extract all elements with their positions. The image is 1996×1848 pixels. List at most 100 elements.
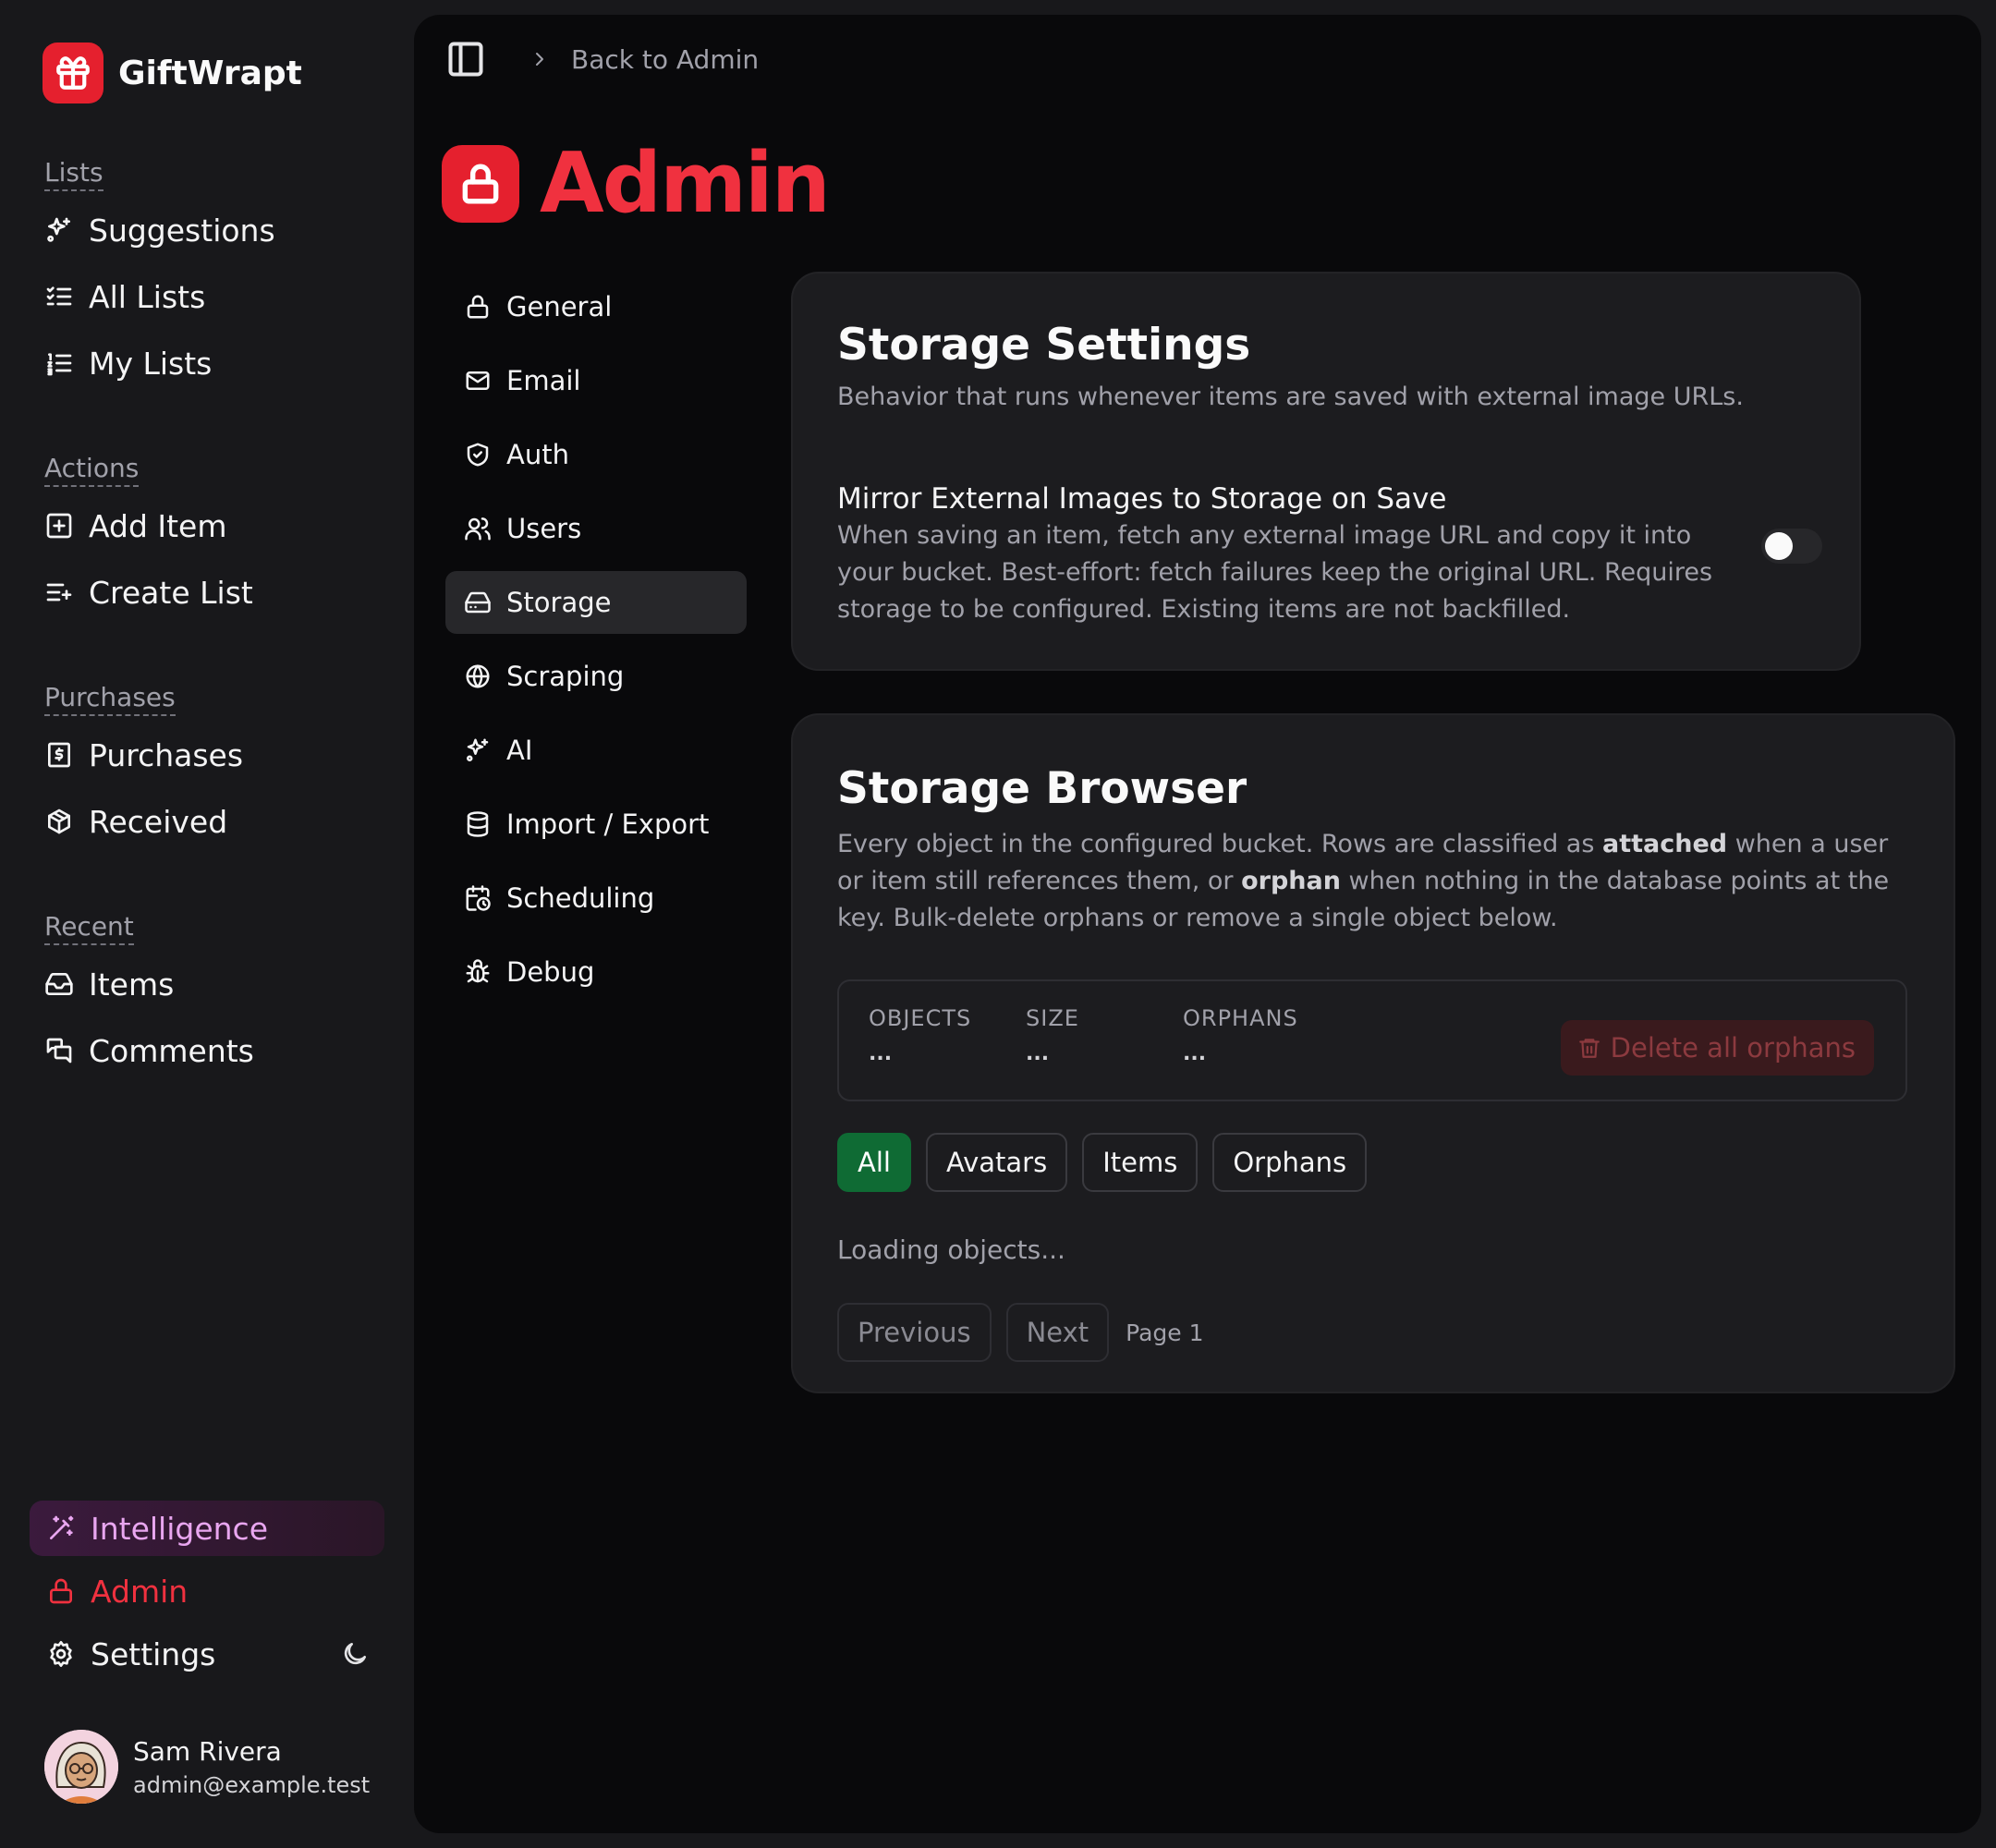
filter-all[interactable]: All [837, 1133, 911, 1192]
stat-value: ... [1026, 1042, 1050, 1065]
attached-term: attached [1602, 830, 1728, 858]
sidebar-item-purchases[interactable]: Purchases [28, 727, 384, 783]
admin-nav-auth[interactable]: Auth [445, 423, 747, 486]
sidebar-bottom: Intelligence Admin Settings [30, 1493, 384, 1682]
moon-icon[interactable] [340, 1639, 370, 1669]
brand-name: GiftWrapt [118, 54, 302, 92]
brand[interactable]: GiftWrapt [43, 43, 302, 103]
admin-nav-debug[interactable]: Debug [445, 941, 747, 1003]
admin-nav-label: Scheduling [506, 882, 655, 914]
bug-icon [464, 958, 506, 986]
stat-value: ... [869, 1042, 893, 1065]
breadcrumb[interactable]: Back to Admin [571, 44, 759, 75]
sidebar-item-suggestions[interactable]: Suggestions [28, 202, 384, 258]
sidebar-item-label: Received [89, 803, 228, 840]
lock-icon [464, 293, 506, 321]
previous-page-button[interactable]: Previous [837, 1303, 992, 1362]
admin-nav-label: AI [506, 735, 533, 766]
avatar [44, 1730, 118, 1804]
lock-icon [46, 1576, 91, 1606]
receipt-icon [44, 740, 89, 770]
nav-group-purchases: Purchases Purchases Received [28, 682, 384, 849]
trash-icon [1577, 1036, 1611, 1060]
shield-check-icon [464, 441, 506, 468]
sidebar-item-label: Add Item [89, 507, 227, 544]
card-description: Behavior that runs whenever items are sa… [837, 383, 1744, 411]
admin-nav-users[interactable]: Users [445, 497, 747, 560]
chevron-right-icon [529, 48, 551, 70]
pagination: Previous Next Page 1 [837, 1303, 1204, 1362]
sidebar-item-admin[interactable]: Admin [30, 1563, 384, 1619]
admin-nav-general[interactable]: General [445, 275, 747, 338]
orphan-term: orphan [1241, 867, 1341, 895]
sidebar-item-create-list[interactable]: Create List [28, 565, 384, 620]
stat-size: SIZE ... [1026, 1005, 1079, 1065]
admin-nav-label: Users [506, 513, 582, 544]
setting-title: Mirror External Images to Storage on Sav… [837, 482, 1447, 516]
sidebar-item-label: Admin [91, 1573, 189, 1610]
group-label-purchases[interactable]: Purchases [44, 682, 176, 716]
sidebar-item-intelligence[interactable]: Intelligence [30, 1501, 384, 1556]
user-card[interactable]: Sam Rivera admin@example.test [44, 1730, 370, 1804]
group-label-actions[interactable]: Actions [44, 453, 140, 487]
admin-nav-label: Scraping [506, 661, 625, 692]
sidebar-item-items[interactable]: Items [28, 956, 384, 1012]
sidebar-item-label: Comments [89, 1032, 254, 1069]
page-title: Admin [540, 135, 831, 232]
stat-label: SIZE [1026, 1005, 1079, 1031]
mirror-images-toggle[interactable] [1761, 529, 1822, 564]
sidebar-item-received[interactable]: Received [28, 794, 384, 849]
hard-drive-icon [464, 589, 506, 616]
sparkles-icon [44, 215, 89, 245]
user-name: Sam Rivera [133, 1735, 282, 1767]
storage-settings-card: Storage Settings Behavior that runs when… [791, 272, 1861, 671]
messages-icon [44, 1036, 89, 1065]
group-label-recent[interactable]: Recent [44, 911, 134, 945]
topbar: Back to Admin [445, 39, 759, 79]
filter-items[interactable]: Items [1082, 1133, 1199, 1192]
stat-label: OBJECTS [869, 1005, 972, 1031]
sparkles-icon [464, 736, 506, 764]
database-icon [464, 810, 506, 838]
user-info: Sam Rivera admin@example.test [133, 1736, 370, 1798]
sidebar-item-label: My Lists [89, 345, 213, 382]
globe-icon [464, 663, 506, 690]
admin-nav-email[interactable]: Email [445, 349, 747, 412]
admin-nav-label: Auth [506, 439, 569, 470]
main-panel: Back to Admin Admin General Email Auth U… [414, 15, 1981, 1833]
sidebar-item-comments[interactable]: Comments [28, 1023, 384, 1078]
admin-nav-label: Import / Export [506, 808, 710, 840]
sidebar-item-add-item[interactable]: Add Item [28, 498, 384, 553]
sidebar-item-settings[interactable]: Settings [30, 1626, 384, 1682]
sidebar-toggle-icon[interactable] [445, 39, 486, 79]
sidebar-item-label: Items [89, 966, 175, 1003]
sidebar: GiftWrapt Lists Suggestions All Lists My… [0, 0, 414, 1848]
sidebar-item-my-lists[interactable]: My Lists [28, 335, 384, 391]
card-title: Storage Settings [837, 320, 1251, 371]
group-label-lists[interactable]: Lists [44, 157, 103, 191]
delete-all-orphans-button[interactable]: Delete all orphans [1560, 1020, 1874, 1076]
admin-nav-scheduling[interactable]: Scheduling [445, 867, 747, 930]
stat-orphans: ORPHANS ... [1183, 1005, 1298, 1065]
inbox-icon [44, 969, 89, 999]
sidebar-item-all-lists[interactable]: All Lists [28, 269, 384, 324]
stat-value: ... [1183, 1042, 1207, 1065]
sidebar-item-label: Suggestions [89, 212, 275, 249]
loading-status: Loading objects... [837, 1234, 1065, 1265]
admin-nav-storage[interactable]: Storage [445, 571, 747, 634]
admin-nav-ai[interactable]: AI [445, 719, 747, 782]
admin-subnav: General Email Auth Users Storage Scrapin… [445, 275, 747, 1015]
filter-avatars[interactable]: Avatars [925, 1133, 1068, 1192]
filter-orphans[interactable]: Orphans [1212, 1133, 1368, 1192]
nav-group-lists: Lists Suggestions All Lists My Lists [28, 157, 384, 391]
button-label: Delete all orphans [1610, 1032, 1856, 1064]
list-checks-icon [44, 282, 89, 311]
square-plus-icon [44, 511, 89, 541]
admin-nav-label: Storage [506, 587, 612, 618]
next-page-button[interactable]: Next [1005, 1303, 1110, 1362]
admin-nav-import-export[interactable]: Import / Export [445, 793, 747, 856]
storage-stats: OBJECTS ... SIZE ... ORPHANS ... Delete … [837, 979, 1907, 1101]
filter-tabs: All Avatars Items Orphans [837, 1133, 1381, 1192]
admin-nav-scraping[interactable]: Scraping [445, 645, 747, 708]
card-title: Storage Browser [837, 763, 1248, 814]
